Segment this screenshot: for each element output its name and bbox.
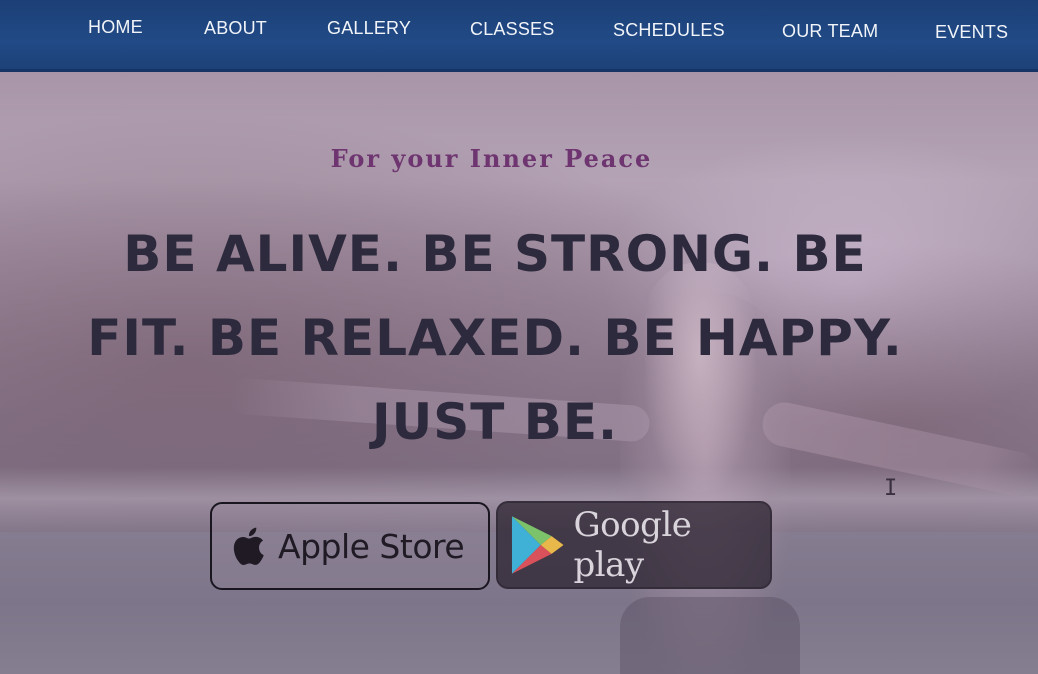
google-play-label: Google play xyxy=(573,505,692,585)
headline-line-3: JUST BE. xyxy=(372,393,618,451)
hero-figure-skirt xyxy=(620,597,800,674)
headline-line-2: FIT. BE RELAXED. BE HAPPY. xyxy=(87,309,903,367)
google-play-button[interactable]: Google play xyxy=(496,501,772,589)
apple-store-label: Apple Store xyxy=(278,526,465,566)
nav-link-home[interactable]: HOME xyxy=(88,17,143,38)
hero-headline: BE ALIVE. BE STRONG. BE FIT. BE RELAXED.… xyxy=(30,212,960,464)
headline-line-1: BE ALIVE. BE STRONG. BE xyxy=(123,225,867,283)
nav-link-gallery[interactable]: GALLERY xyxy=(327,18,411,39)
apple-store-button[interactable]: Apple Store xyxy=(210,502,490,590)
nav-link-our-team[interactable]: OUR TEAM xyxy=(782,21,878,42)
apple-icon xyxy=(233,527,264,566)
nav-link-about[interactable]: ABOUT xyxy=(204,18,267,39)
google-play-icon xyxy=(511,516,564,574)
nav-link-events[interactable]: EVENTS xyxy=(935,22,1008,43)
hero-tagline: For your Inner Peace xyxy=(330,144,653,173)
top-navigation-bar: HOME ABOUT GALLERY CLASSES SCHEDULES OUR… xyxy=(0,0,1038,72)
hero-section: For your Inner Peace BE ALIVE. BE STRONG… xyxy=(0,72,1038,674)
text-cursor-icon: I xyxy=(884,476,898,501)
nav-link-classes[interactable]: CLASSES xyxy=(470,19,554,40)
nav-link-schedules[interactable]: SCHEDULES xyxy=(613,20,725,41)
